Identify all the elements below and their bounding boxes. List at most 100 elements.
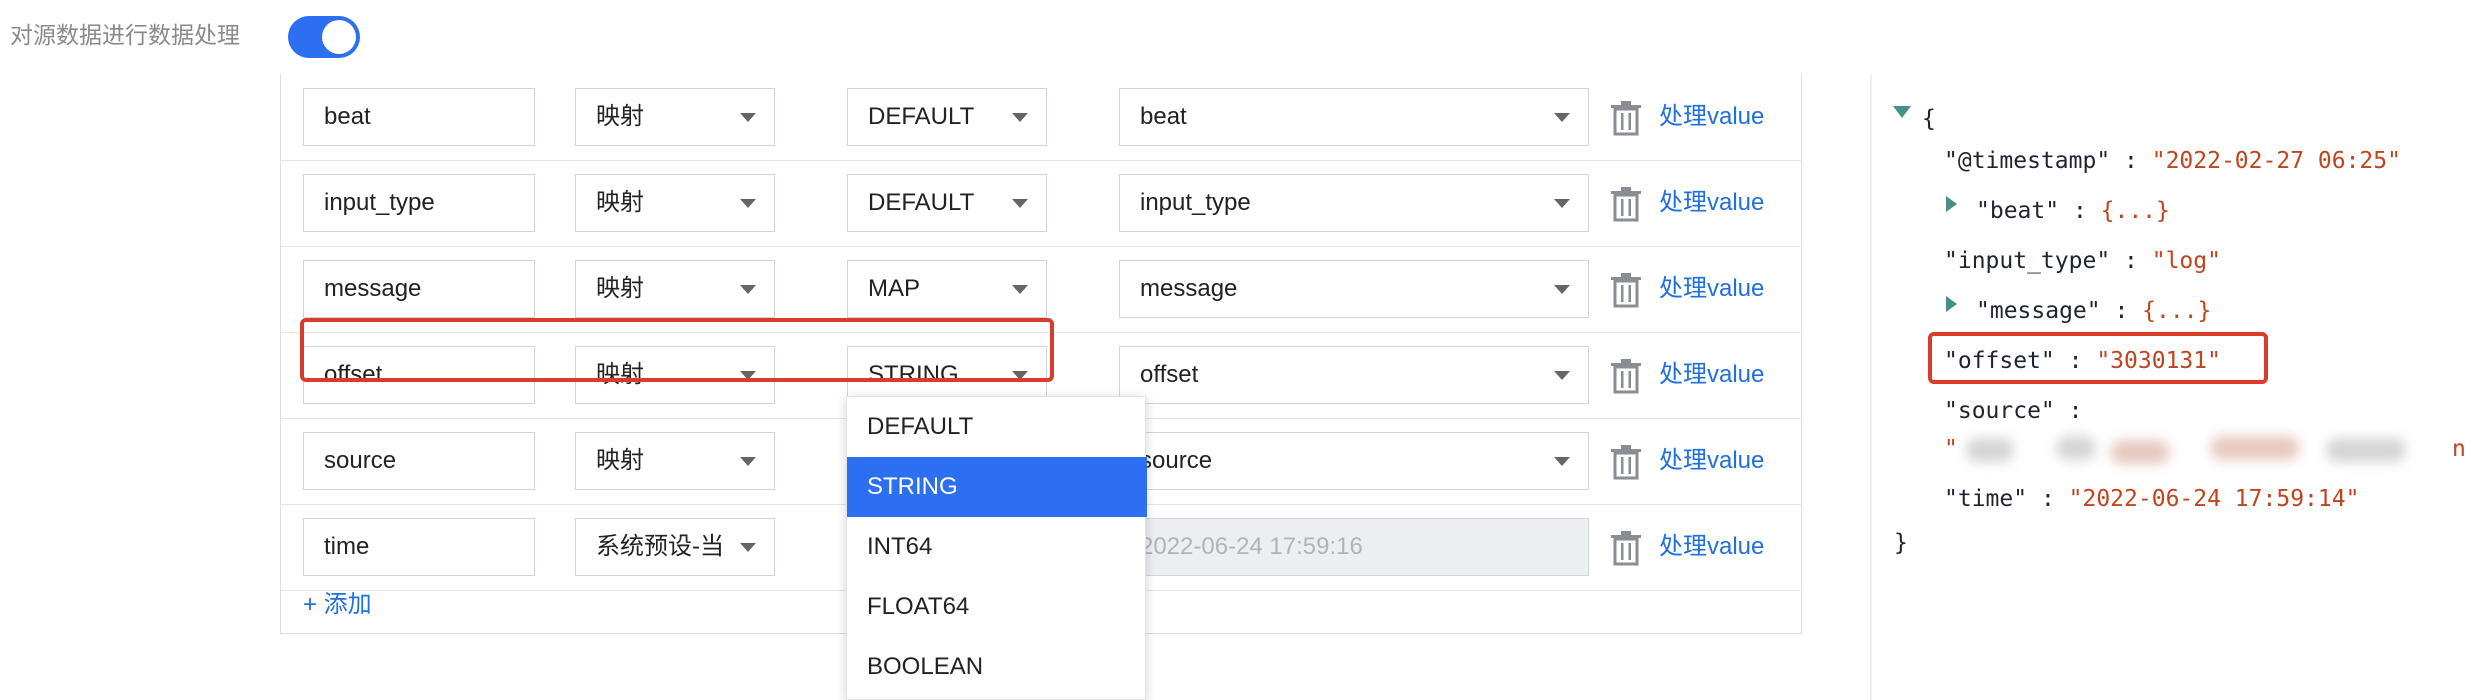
- type-select[interactable]: MAP: [847, 260, 1047, 318]
- trash-icon[interactable]: [1609, 358, 1643, 394]
- json-value: "2022-06-24 17:59:14": [2068, 486, 2360, 512]
- target-field-select[interactable]: source: [1119, 432, 1589, 490]
- field-name-input[interactable]: input_type: [303, 174, 535, 232]
- expand-toggle-icon[interactable]: [1893, 106, 1911, 118]
- dropdown-option[interactable]: BOOLEAN: [847, 637, 1147, 697]
- json-key: "source": [1944, 398, 2055, 424]
- chevron-down-icon: [1554, 285, 1570, 294]
- target-field-select[interactable]: offset: [1119, 346, 1589, 404]
- json-key: "beat": [1976, 198, 2060, 224]
- chevron-down-icon: [1012, 285, 1028, 294]
- offset-json-highlight: [1928, 332, 2268, 384]
- chevron-down-icon: [740, 113, 756, 122]
- chevron-down-icon: [740, 457, 756, 466]
- json-line-beat: "beat" : {...}: [1976, 186, 2170, 236]
- field-name-input[interactable]: beat: [303, 88, 535, 146]
- process-value-link[interactable]: 处理value: [1659, 530, 1764, 564]
- json-separator: :: [2059, 198, 2101, 224]
- mapping-select-value: 映射: [596, 103, 644, 130]
- json-collapsed-value: {...}: [2142, 298, 2212, 324]
- json-line-source: "source" :: [1944, 386, 2082, 436]
- mapping-select-value: 系统预设-当: [596, 533, 724, 560]
- collapse-toggle-icon[interactable]: [1946, 196, 1957, 212]
- collapse-toggle-icon[interactable]: [1946, 296, 1957, 312]
- mapping-select[interactable]: 系统预设-当: [575, 518, 775, 576]
- table-row: input_type 映射 DEFAULT input_type 处理value: [281, 160, 1801, 247]
- chevron-down-icon: [1554, 371, 1570, 380]
- process-value-link[interactable]: 处理value: [1659, 444, 1764, 478]
- mapping-select[interactable]: 映射: [575, 260, 775, 318]
- panel-divider: [1870, 74, 1872, 700]
- chevron-down-icon: [1554, 113, 1570, 122]
- dropdown-option[interactable]: INT64: [847, 517, 1147, 577]
- trash-icon[interactable]: [1609, 100, 1643, 136]
- process-value-link[interactable]: 处理value: [1659, 100, 1764, 134]
- mapping-select[interactable]: 映射: [575, 88, 775, 146]
- process-value-link[interactable]: 处理value: [1659, 186, 1764, 220]
- data-processing-toggle[interactable]: [288, 16, 360, 58]
- data-processing-label: 对源数据进行数据处理: [10, 22, 240, 48]
- json-source-value-open-quote: ": [1944, 436, 1958, 462]
- field-name-input[interactable]: message: [303, 260, 535, 318]
- process-value-link[interactable]: 处理value: [1659, 358, 1764, 392]
- json-line-time: "time" : "2022-06-24 17:59:14": [1944, 474, 2359, 524]
- json-line-message: "message" : {...}: [1976, 286, 2211, 336]
- chevron-down-icon: [740, 543, 756, 552]
- type-select-value: DEFAULT: [868, 103, 975, 130]
- trash-icon[interactable]: [1609, 530, 1643, 566]
- dropdown-option[interactable]: FLOAT64: [847, 577, 1147, 637]
- json-line-timestamp: "@timestamp" : "2022-02-27 06:25": [1944, 136, 2401, 186]
- target-field-select[interactable]: input_type: [1119, 174, 1589, 232]
- target-field-value: source: [1140, 447, 1213, 474]
- target-field-select[interactable]: beat: [1119, 88, 1589, 146]
- toggle-knob: [322, 20, 356, 54]
- json-source-value-tail: n: [2452, 436, 2466, 462]
- type-select-value: MAP: [868, 275, 921, 302]
- redacted-text: [2326, 438, 2406, 462]
- redacted-text: [2110, 440, 2170, 464]
- redacted-text: [2056, 436, 2096, 460]
- target-field-value: input_type: [1140, 189, 1251, 216]
- add-field-button[interactable]: + 添加: [303, 584, 372, 619]
- field-name-input[interactable]: time: [303, 518, 535, 576]
- target-field-select[interactable]: message: [1119, 260, 1589, 318]
- json-key: "@timestamp": [1944, 148, 2111, 174]
- mapping-select[interactable]: 映射: [575, 432, 775, 490]
- target-field-value: offset: [1140, 361, 1199, 388]
- chevron-down-icon: [1012, 113, 1028, 122]
- redacted-text: [2210, 436, 2300, 460]
- dropdown-option[interactable]: DEFAULT: [847, 397, 1147, 457]
- json-value: "log": [2151, 248, 2221, 274]
- json-open-brace: {: [1922, 106, 1936, 132]
- json-close-brace: }: [1894, 530, 1908, 556]
- mapping-select-value: 映射: [596, 275, 644, 302]
- dropdown-option-selected[interactable]: STRING: [847, 457, 1147, 517]
- type-select[interactable]: DEFAULT: [847, 174, 1047, 232]
- type-select[interactable]: DEFAULT: [847, 88, 1047, 146]
- trash-icon[interactable]: [1609, 186, 1643, 222]
- mapping-select-value: 映射: [596, 447, 644, 474]
- target-field-value: beat: [1140, 103, 1187, 130]
- json-value: "2022-02-27 06:25": [2151, 148, 2401, 174]
- mapping-select[interactable]: 映射: [575, 174, 775, 232]
- json-key: "time": [1944, 486, 2028, 512]
- chevron-down-icon: [1554, 457, 1570, 466]
- field-name-input[interactable]: source: [303, 432, 535, 490]
- json-separator: :: [2027, 486, 2069, 512]
- type-select-value: DEFAULT: [868, 189, 975, 216]
- target-time-input: 2022-06-24 17:59:16: [1119, 518, 1589, 576]
- table-row: beat 映射 DEFAULT beat 处理value: [281, 74, 1801, 161]
- json-separator: :: [2110, 248, 2152, 274]
- trash-icon[interactable]: [1609, 444, 1643, 480]
- json-separator: :: [2100, 298, 2143, 324]
- json-separator: :: [2054, 398, 2083, 424]
- process-value-link[interactable]: 处理value: [1659, 272, 1764, 306]
- redacted-text: [1966, 438, 2014, 462]
- json-key: "message": [1976, 298, 2101, 324]
- mapping-select-value: 映射: [596, 189, 644, 216]
- offset-row-highlight: [300, 318, 1054, 382]
- chevron-down-icon: [740, 199, 756, 208]
- chevron-down-icon: [740, 285, 756, 294]
- chevron-down-icon: [1012, 199, 1028, 208]
- trash-icon[interactable]: [1609, 272, 1643, 308]
